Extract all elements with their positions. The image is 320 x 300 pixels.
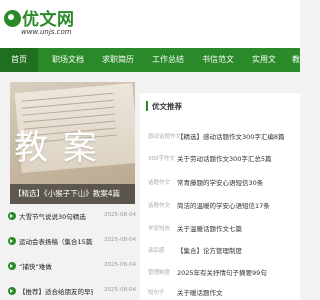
featured-banner[interactable]: 教 案 【精选】《小猴子下山》教案4篇 xyxy=(10,82,135,204)
list-item-title[interactable]: “捕快”难做 xyxy=(19,261,52,271)
recommend-item-tag[interactable]: 话题作文 xyxy=(148,178,170,186)
recommend-item-tag[interactable]: 短句子 xyxy=(148,288,165,296)
list-item-title[interactable]: 大雪节气说说30句精选 xyxy=(19,211,86,221)
recommend-item-tag[interactable]: 学安短信 xyxy=(148,224,170,232)
recommend-item[interactable]: 短句子 关于暖话题作文 xyxy=(148,287,300,300)
list-item[interactable]: 运动会表扬稿（集合15篇） 2025-08-04 xyxy=(8,235,136,249)
logo-icon xyxy=(4,10,21,27)
nav-item-workplace-docs[interactable]: 职场文档 xyxy=(44,48,92,72)
nav-item-letters[interactable]: 书信范文 xyxy=(194,48,242,72)
play-icon xyxy=(8,237,16,245)
list-item[interactable]: “捕快”难做 2025-08-04 xyxy=(8,260,136,274)
recommend-item-tag[interactable]: 读后感 xyxy=(148,246,165,254)
recommend-item[interactable]: 话题作文 简洁的温暖的学安心语短信17条 xyxy=(148,200,300,214)
play-icon xyxy=(8,212,16,220)
banner-caption[interactable]: 【精选】《小猴子下山》教案4篇 xyxy=(10,184,135,204)
recommend-title: 优文推荐 xyxy=(152,102,182,111)
recommend-item-tag[interactable]: 管理制度 xyxy=(148,268,170,276)
list-item[interactable]: 【推荐】适合给朋友的早安QQ问候语 2025-08-04 xyxy=(8,285,136,299)
list-item-date: 2025-08-04 xyxy=(104,287,136,293)
nav-item-practical[interactable]: 实用文 xyxy=(244,48,284,72)
list-item-title[interactable]: 【推荐】适合给朋友的早安QQ问候语 xyxy=(19,286,93,296)
site-logo[interactable]: 优文网 www.unjs.com xyxy=(4,8,84,42)
recommend-item-title[interactable]: 2025年有关抒情句子摘要99句 xyxy=(177,267,267,277)
logo-title: 优文网 xyxy=(22,10,75,30)
recommend-item[interactable]: 学安短信 关于温暖话题作文七篇 xyxy=(148,223,300,237)
recommend-item-title[interactable]: 关于暖话题作文 xyxy=(177,287,223,297)
nav-item-resume[interactable]: 求职简历 xyxy=(94,48,142,72)
recommend-item-title[interactable]: 关于劳动话题作文300字汇总5篇 xyxy=(177,153,272,163)
logo-url: www.unjs.com xyxy=(21,28,72,36)
nav-item-home[interactable]: 首页 xyxy=(0,48,38,72)
recommend-item-tag[interactable]: 300字作文 xyxy=(148,154,175,162)
recommend-item[interactable]: 管理制度 2025年有关抒情句子摘要99句 xyxy=(148,267,300,281)
list-item-title[interactable]: 运动会表扬稿（集合15篇） xyxy=(19,236,93,246)
list-item-date: 2025-08-04 xyxy=(104,262,136,268)
play-icon xyxy=(8,287,16,295)
nav-item-more[interactable]: 教 xyxy=(286,48,300,72)
recommend-item[interactable]: 话题作文 常青藤题的学安心语短信30条 xyxy=(148,177,300,191)
recommend-item-title[interactable]: 【集合】论方管理制度 xyxy=(177,245,242,255)
list-item[interactable]: 大雪节气说说30句精选 2025-08-04 xyxy=(8,210,136,224)
main-nav: 首页 职场文档 求职简历 工作总结 书信范文 实用文 教 xyxy=(0,48,300,72)
site-header: 优文网 www.unjs.com xyxy=(0,0,300,48)
banner-image-text: 教 案 xyxy=(14,128,99,168)
list-item-date: 2025-08-04 xyxy=(104,212,136,218)
recommend-item-title[interactable]: 常青藤题的学安心语短信30条 xyxy=(177,177,263,187)
recommend-item-title[interactable]: 关于温暖话题作文七篇 xyxy=(177,223,242,233)
recommend-item-title[interactable]: 【精选】感动话题作文300字汇编8篇 xyxy=(177,131,285,141)
play-icon xyxy=(8,262,16,270)
recommend-item[interactable]: 300字作文 关于劳动话题作文300字汇总5篇 xyxy=(148,153,300,167)
list-item-date: 2025-08-04 xyxy=(104,237,136,243)
nav-item-work-summary[interactable]: 工作总结 xyxy=(144,48,192,72)
section-marker xyxy=(146,101,148,111)
page: 优文网 www.unjs.com 首页 职场文档 求职简历 工作总结 书信范文 … xyxy=(0,0,300,300)
recommend-panel: 优文推荐 感动话题作文 【精选】感动话题作文300字汇编8篇 300字作文 关于… xyxy=(140,93,300,300)
recommend-item[interactable]: 读后感 【集合】论方管理制度 xyxy=(148,245,300,259)
recommend-item-title[interactable]: 简洁的温暖的学安心语短信17条 xyxy=(177,200,270,210)
recommend-item[interactable]: 感动话题作文 【精选】感动话题作文300字汇编8篇 xyxy=(148,131,300,145)
recommend-item-tag[interactable]: 话题作文 xyxy=(148,201,170,209)
